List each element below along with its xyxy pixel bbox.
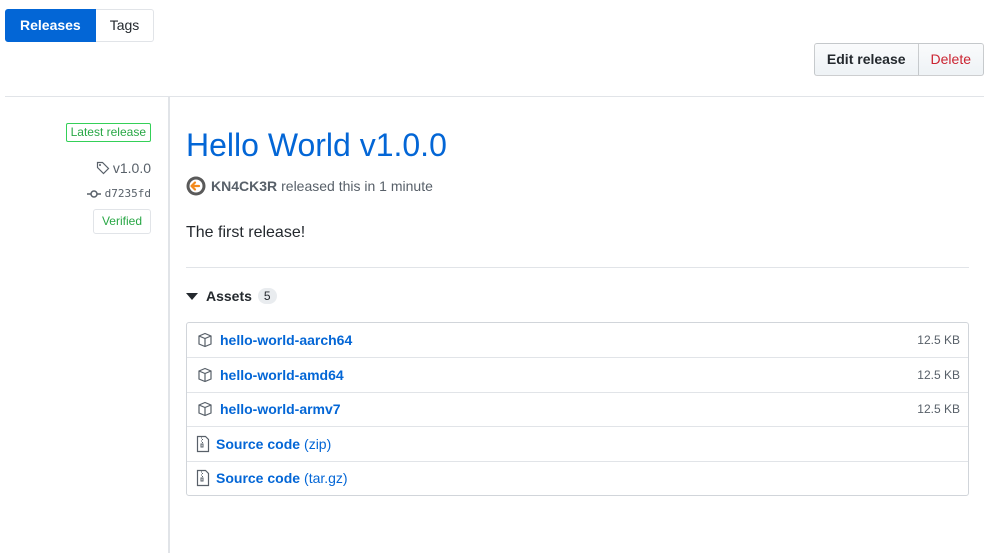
assets-toggle[interactable]: Assets 5 xyxy=(186,288,277,304)
released-text: released this in 1 minute xyxy=(281,178,433,194)
list-item: hello-world-aarch64 12.5 KB xyxy=(187,323,968,357)
assets-heading: Assets xyxy=(206,288,252,304)
asset-link[interactable]: hello-world-armv7 xyxy=(220,401,341,417)
release-meta: Latest release v1.0.0 d7235fd Verified xyxy=(0,97,170,553)
release-commit[interactable]: d7235fd xyxy=(86,187,151,200)
release-notes: The first release! xyxy=(186,224,306,241)
list-item: hello-world-armv7 12.5 KB xyxy=(187,391,968,426)
latest-release-badge: Latest release xyxy=(65,123,151,142)
package-icon xyxy=(198,367,212,383)
source-code-format: (zip) xyxy=(304,435,332,452)
release-tabs: Releases Tags xyxy=(5,9,155,42)
tab-releases[interactable]: Releases xyxy=(5,9,96,42)
avatar[interactable] xyxy=(186,176,206,196)
asset-size: 12.5 KB xyxy=(917,402,960,417)
list-item: Source code (tar.gz) xyxy=(187,460,968,495)
commit-sha: d7235fd xyxy=(104,187,151,200)
edit-release-button[interactable]: Edit release xyxy=(813,43,919,76)
package-icon xyxy=(198,333,212,348)
file-zip-icon xyxy=(196,470,210,487)
tag-icon xyxy=(96,161,110,175)
file-zip-icon xyxy=(196,435,210,452)
list-item: hello-world-amd64 12.5 KB xyxy=(187,357,968,391)
source-code-format: (tar.gz) xyxy=(304,470,348,487)
asset-link[interactable]: hello-world-aarch64 xyxy=(220,332,352,348)
release-byline: KN4CK3R released this in 1 minute xyxy=(186,176,433,196)
commit-icon xyxy=(86,189,101,198)
asset-size: 12.5 KB xyxy=(917,333,960,348)
verified-badge[interactable]: Verified xyxy=(92,209,151,234)
tab-tags[interactable]: Tags xyxy=(95,9,155,42)
source-code-targz-link[interactable]: Source code (tar.gz) xyxy=(216,470,348,486)
release-tag[interactable]: v1.0.0 xyxy=(96,160,151,176)
source-code-label: Source code xyxy=(216,435,301,452)
caret-down-icon xyxy=(186,292,198,300)
source-code-zip-link[interactable]: Source code (zip) xyxy=(216,436,331,452)
tag-label: v1.0.0 xyxy=(112,160,151,176)
delete-release-button[interactable]: Delete xyxy=(918,43,984,76)
assets-count: 5 xyxy=(257,288,277,304)
source-code-label: Source code xyxy=(216,470,301,487)
release-title[interactable]: Hello World v1.0.0 xyxy=(186,127,447,164)
asset-size: 12.5 KB xyxy=(917,368,960,383)
release-actions: Edit release Delete xyxy=(813,43,984,76)
author-name[interactable]: KN4CK3R xyxy=(211,178,277,194)
asset-link[interactable]: hello-world-amd64 xyxy=(220,367,344,383)
list-item: Source code (zip) xyxy=(187,426,968,460)
assets-list: hello-world-aarch64 12.5 KB hello-world-… xyxy=(186,322,969,496)
divider xyxy=(186,267,969,268)
package-icon xyxy=(198,402,212,417)
